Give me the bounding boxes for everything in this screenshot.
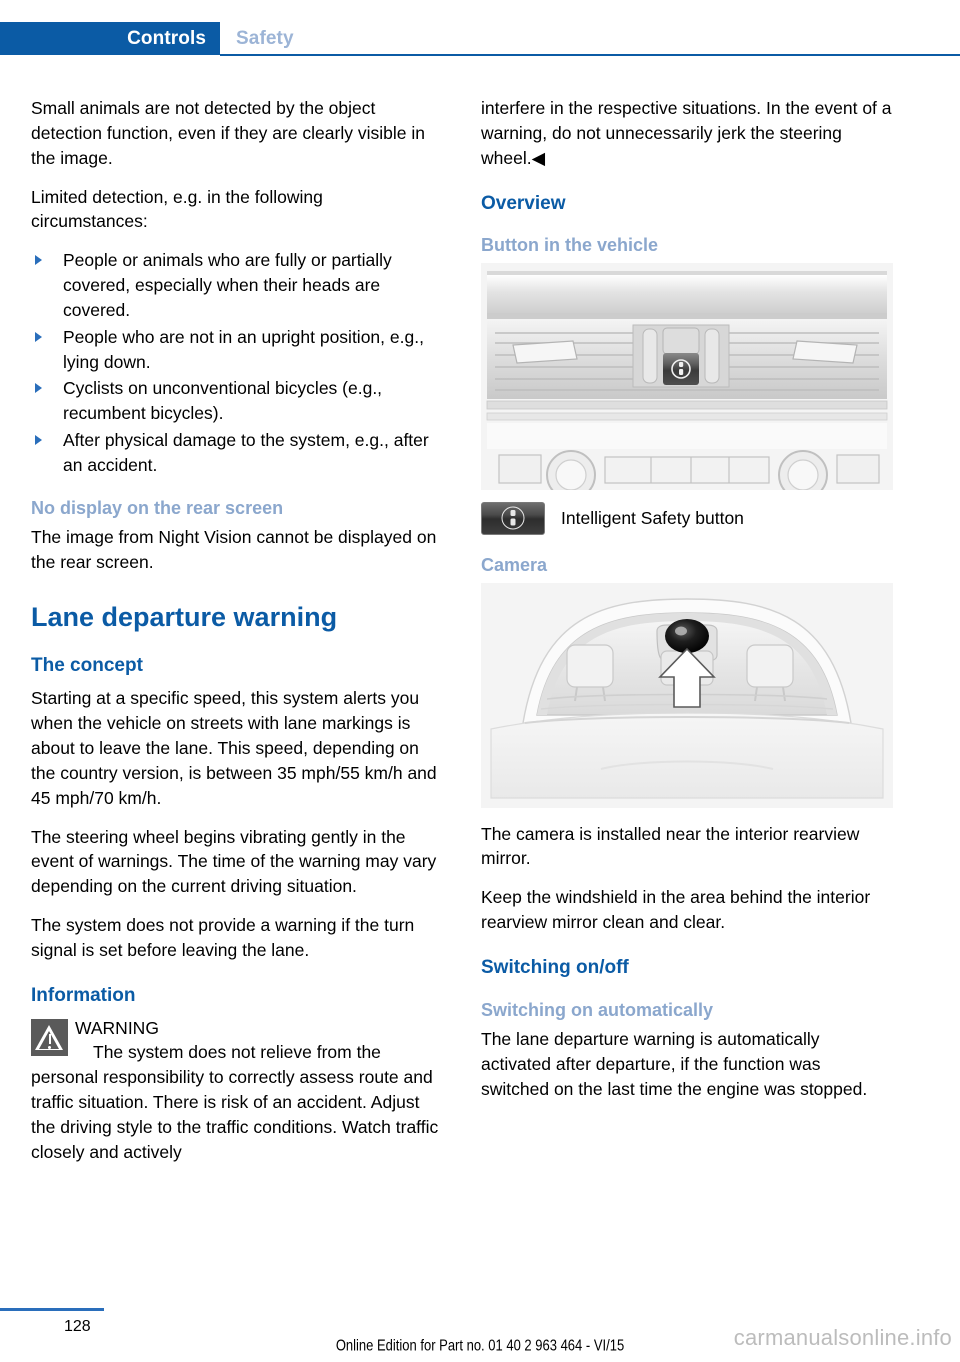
page-header: Controls Safety: [0, 0, 960, 64]
center-console-illustration: [481, 262, 893, 490]
caption-intelligent-safety-button: Intelligent Safety button: [481, 501, 893, 535]
list-item-label: People or animals who are fully or parti…: [63, 250, 392, 320]
right-column: interfere in the respective situations. …: [481, 96, 893, 1102]
tab-controls-label: Controls: [127, 28, 206, 49]
paragraph-steering-wheel-vibration: The steering wheel begins vibrating gent…: [31, 826, 437, 897]
list-item: People who are not in an upright positio…: [31, 325, 443, 375]
heading-overview: Overview: [481, 192, 566, 214]
tab-safety[interactable]: Safety: [236, 28, 294, 50]
safety-icon-upper-segment: [510, 510, 516, 517]
heading-button-in-the-vehicle: Button in the vehicle: [481, 235, 659, 256]
intelligent-safety-button-icon: [481, 501, 545, 535]
header-divider: [220, 54, 960, 56]
limited-detection-list: People or animals who are fully or parti…: [31, 248, 443, 478]
paragraph-limited-detection: Limited detection, e.g. in the following…: [31, 186, 323, 232]
triangle-bullet-icon: [35, 331, 42, 342]
paragraph-small-animals: Small animals are not detected by the ob…: [31, 98, 425, 168]
paragraph-night-vision-rear-screen: The image from Night Vision cannot be di…: [31, 527, 437, 573]
caption-label: Intelligent Safety button: [561, 508, 744, 529]
paragraph-auto-activation: The lane departure warning is automatica…: [481, 1029, 868, 1099]
warning-exclamation-stroke: [48, 1033, 52, 1044]
windshield-camera-illustration: [481, 582, 893, 808]
paragraph-keep-windshield-clean: Keep the windshield in the area behind t…: [481, 887, 871, 933]
list-item-label: Cyclists on unconventional bicycles (e.g…: [63, 378, 383, 424]
footer-divider: [0, 1308, 104, 1311]
warning-block: WARNING The system does not relieve from…: [31, 1016, 443, 1165]
heading-lane-departure-warning: Lane departure warning: [31, 602, 338, 633]
site-watermark: carmanualsonline.info: [733, 1325, 952, 1350]
triangle-bullet-icon: [35, 383, 42, 394]
warning-title: WARNING: [75, 1017, 159, 1038]
page-number: 128: [64, 1318, 91, 1335]
list-item-label: After physical damage to the system, e.g…: [63, 430, 429, 475]
heading-information: Information: [31, 984, 136, 1006]
warning-body: The system does not relieve from the per…: [31, 1042, 439, 1162]
paragraph-interfere-situations: interfere in the respective situations. …: [481, 98, 892, 168]
heading-switching-on-off: Switching on/off: [481, 956, 629, 978]
figure-center-console: [481, 262, 893, 490]
tab-controls[interactable]: Controls: [0, 22, 220, 55]
safety-icon-lower-segment: [510, 518, 516, 526]
triangle-bullet-icon: [35, 255, 42, 266]
heading-switching-on-automatically: Switching on automatically: [481, 999, 714, 1020]
left-column: Small animals are not detected by the ob…: [31, 96, 443, 1165]
paragraph-turn-signal: The system does not provide a warning if…: [31, 915, 415, 960]
heading-camera: Camera: [481, 554, 548, 575]
list-item: After physical damage to the system, e.g…: [31, 428, 443, 478]
warning-triangle-icon: [31, 1018, 68, 1056]
list-item-label: People who are not in an upright positio…: [63, 326, 424, 372]
heading-the-concept: The concept: [31, 655, 143, 677]
list-item: Cyclists on unconventional bicycles (e.g…: [31, 376, 443, 426]
triangle-bullet-icon: [35, 435, 42, 446]
figure-camera-location: [481, 582, 893, 808]
list-item: People or animals who are fully or parti…: [31, 248, 443, 323]
paragraph-concept: Starting at a specific speed, this syste…: [31, 688, 437, 808]
paragraph-camera-location: The camera is installed near the interio…: [481, 823, 860, 869]
heading-no-display-rear-screen: No display on the rear screen: [31, 497, 284, 518]
